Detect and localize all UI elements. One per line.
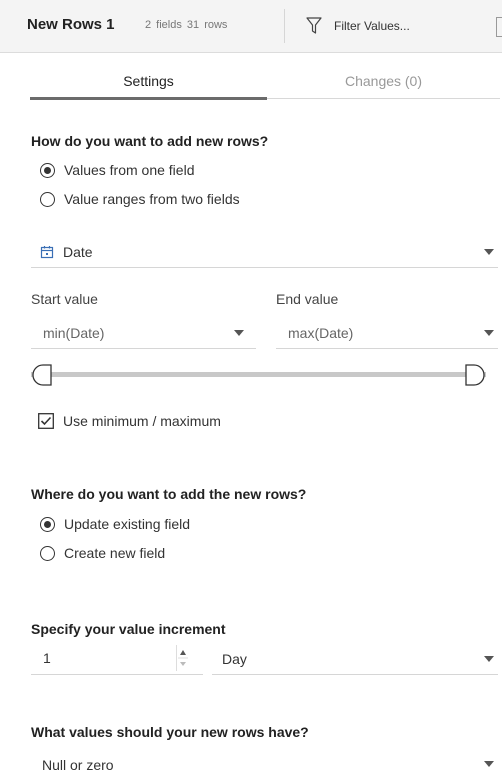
radio-update-existing-field[interactable]: Update existing field xyxy=(40,516,190,532)
tab-divider xyxy=(267,98,500,99)
radio-button xyxy=(40,516,55,532)
checkbox-checked-icon xyxy=(38,413,54,429)
tab-settings[interactable]: Settings xyxy=(30,63,267,99)
start-value-dropdown[interactable]: min(Date) xyxy=(31,317,256,349)
chevron-down-icon xyxy=(484,655,494,662)
tab-changes[interactable]: Changes (0) xyxy=(267,63,500,99)
field-dropdown[interactable]: Date xyxy=(31,236,498,268)
increment-stepper[interactable]: 1 xyxy=(31,643,203,675)
radio-values-from-one-field[interactable]: Values from one field xyxy=(40,162,194,178)
new-values-dropdown[interactable]: Null or zero xyxy=(31,750,498,780)
slider-end-handle[interactable] xyxy=(462,363,486,387)
stepper-arrows-icon[interactable] xyxy=(176,645,190,671)
calendar-icon xyxy=(40,245,54,258)
start-value-label: Start value xyxy=(31,291,98,307)
end-value-text: max(Date) xyxy=(288,324,354,341)
filter-values-label: Filter Values... xyxy=(334,19,410,33)
range-slider[interactable] xyxy=(31,363,486,387)
end-value-label: End value xyxy=(276,291,339,307)
overflow-icon xyxy=(496,17,502,37)
filter-values-button[interactable]: Filter Values... xyxy=(306,8,476,44)
filter-icon xyxy=(306,17,322,34)
increment-heading: Specify your value increment xyxy=(31,621,226,637)
new-values-value: Null or zero xyxy=(42,757,114,773)
chevron-down-icon xyxy=(484,329,494,336)
chevron-down-icon xyxy=(484,248,494,255)
radio-button xyxy=(40,162,55,178)
new-values-heading: What values should your new rows have? xyxy=(31,724,309,740)
increment-value: 1 xyxy=(43,650,51,666)
slider-track xyxy=(31,372,486,377)
step-meta: 2 fields 31 rows xyxy=(145,19,228,31)
add-rows-heading: How do you want to add new rows? xyxy=(31,133,269,149)
increment-unit-value: Day xyxy=(222,650,247,667)
radio-label: Values from one field xyxy=(64,162,195,178)
step-name: New Rows 1 xyxy=(27,16,115,33)
end-value-dropdown[interactable]: max(Date) xyxy=(276,317,498,349)
field-dropdown-value: Date xyxy=(63,243,93,260)
use-min-max-checkbox[interactable]: Use minimum / maximum xyxy=(38,413,221,429)
radio-label: Value ranges from two fields xyxy=(64,191,240,207)
toolbar-divider xyxy=(284,9,285,43)
use-min-max-label: Use minimum / maximum xyxy=(63,413,221,429)
radio-button xyxy=(40,545,55,561)
radio-value-ranges-from-two-fields[interactable]: Value ranges from two fields xyxy=(40,191,240,207)
active-tab-indicator xyxy=(30,97,267,100)
start-value-text: min(Date) xyxy=(43,324,105,341)
radio-button xyxy=(40,191,55,207)
where-rows-heading: Where do you want to add the new rows? xyxy=(31,486,307,502)
radio-create-new-field[interactable]: Create new field xyxy=(40,545,165,561)
radio-label: Create new field xyxy=(64,545,166,561)
increment-unit-dropdown[interactable]: Day xyxy=(212,643,498,675)
chevron-down-icon xyxy=(234,329,244,336)
chevron-down-icon xyxy=(484,761,494,767)
radio-label: Update existing field xyxy=(64,516,191,532)
slider-start-handle[interactable] xyxy=(31,363,55,387)
